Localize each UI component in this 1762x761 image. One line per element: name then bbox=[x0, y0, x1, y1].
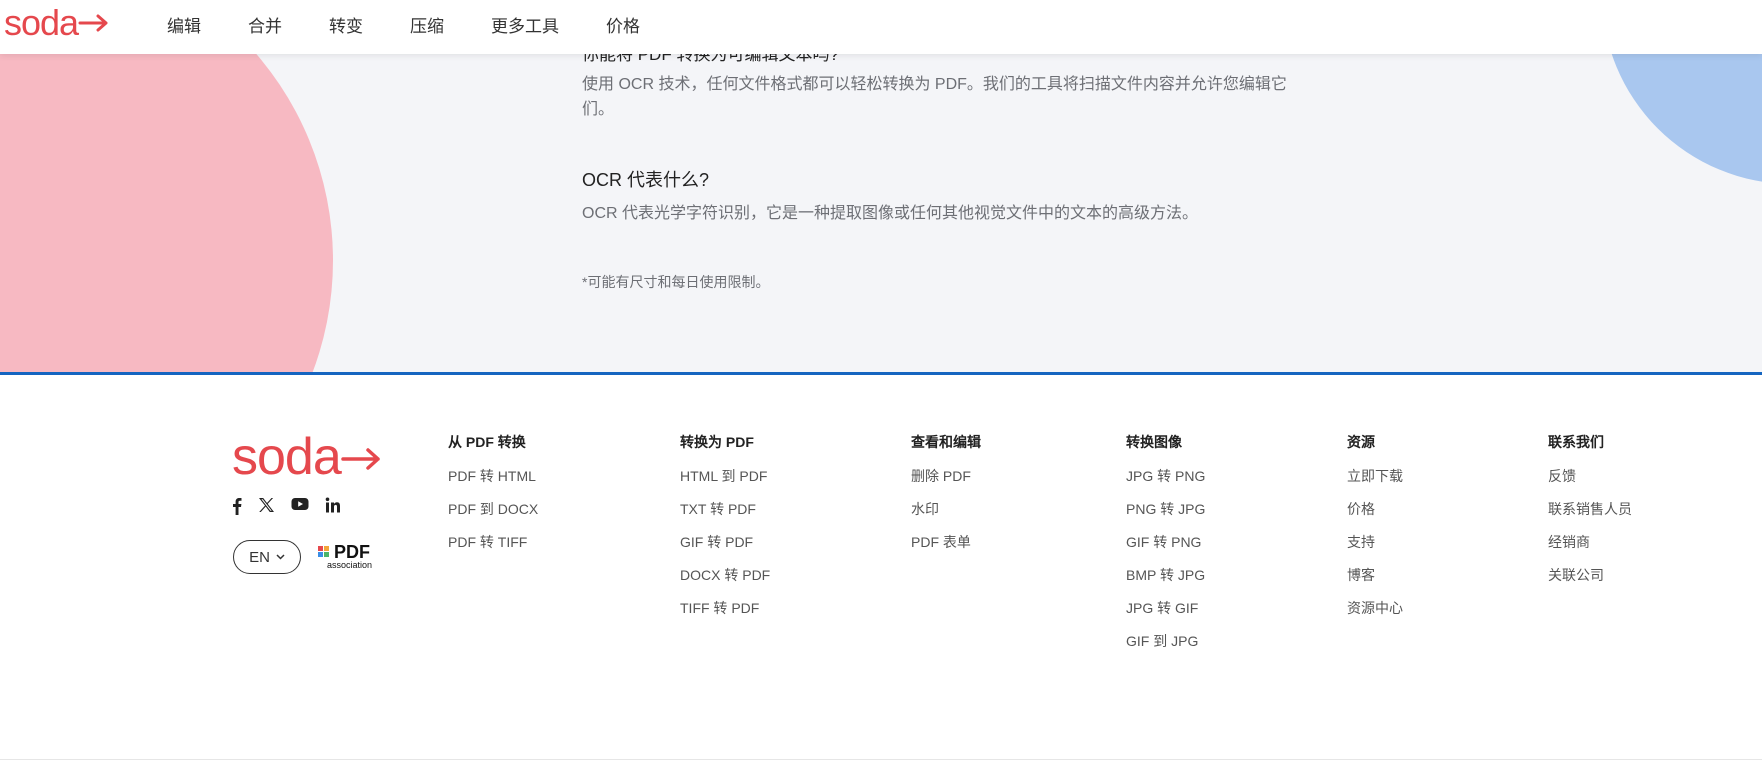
youtube-icon[interactable] bbox=[291, 497, 309, 515]
footer-link[interactable]: PDF 表单 bbox=[911, 532, 981, 565]
footer-column-contact: 联系我们 反馈 联系销售人员 经销商 关联公司 bbox=[1548, 432, 1632, 598]
footer-link[interactable]: PDF 转 HTML bbox=[448, 466, 538, 499]
page: soda 编辑 合并 转变 压缩 更多工具 价格 你能将 PDF 转换为可编辑文… bbox=[0, 0, 1762, 761]
pdf-assoc-mark-icon bbox=[318, 546, 323, 551]
footer-link[interactable]: 水印 bbox=[911, 499, 981, 532]
faq-section: 你能将 PDF 转换为可编辑文本吗? 使用 OCR 技术，任何文件格式都可以轻松… bbox=[0, 54, 1762, 374]
footer-link[interactable]: 立即下载 bbox=[1347, 466, 1403, 499]
decorative-pink-circle bbox=[0, 54, 333, 374]
usage-limit-note: *可能有尺寸和每日使用限制。 bbox=[582, 274, 770, 290]
nav-item-compress[interactable]: 压缩 bbox=[410, 12, 444, 37]
nav-item-edit[interactable]: 编辑 bbox=[167, 12, 201, 37]
faq-question-2: OCR 代表什么? bbox=[582, 170, 710, 190]
footer-link[interactable]: GIF 转 PDF bbox=[680, 532, 770, 565]
footer-link[interactable]: 支持 bbox=[1347, 532, 1403, 565]
footer-link[interactable]: 经销商 bbox=[1548, 532, 1632, 565]
pdf-assoc-subtitle: association bbox=[326, 560, 372, 570]
footer-logo-text: soda bbox=[232, 428, 342, 486]
main-menu: 编辑 合并 转变 压缩 更多工具 价格 bbox=[167, 12, 687, 37]
logo-arrow-icon bbox=[78, 7, 110, 41]
pdf-association-logo[interactable]: PDF association bbox=[316, 542, 372, 572]
social-links bbox=[232, 497, 357, 515]
soda-logo[interactable]: soda bbox=[4, 2, 110, 44]
footer-column-title: 转换图像 bbox=[1126, 434, 1182, 450]
footer-link[interactable]: GIF 到 JPG bbox=[1126, 631, 1205, 664]
language-value: EN bbox=[249, 548, 270, 566]
facebook-icon[interactable] bbox=[232, 497, 242, 515]
footer-link[interactable]: TIFF 转 PDF bbox=[680, 598, 770, 631]
footer-column-from-pdf: 从 PDF 转换 PDF 转 HTML PDF 到 DOCX PDF 转 TIF… bbox=[448, 432, 538, 565]
footer-column-convert-images: 转换图像 JPG 转 PNG PNG 转 JPG GIF 转 PNG BMP 转… bbox=[1126, 432, 1205, 664]
nav-item-more-tools[interactable]: 更多工具 bbox=[491, 12, 559, 37]
footer-logo-arrow-icon bbox=[341, 437, 383, 482]
footer-link[interactable]: DOCX 转 PDF bbox=[680, 565, 770, 598]
footer-soda-logo[interactable]: soda bbox=[232, 427, 383, 487]
footer-link[interactable]: JPG 转 GIF bbox=[1126, 598, 1205, 631]
footer: soda EN PDF association 从 PDF 转换 PDF 转 H… bbox=[0, 375, 1762, 761]
footer-link[interactable]: 资源中心 bbox=[1347, 598, 1403, 631]
footer-link[interactable]: TXT 转 PDF bbox=[680, 499, 770, 532]
footer-link[interactable]: JPG 转 PNG bbox=[1126, 466, 1205, 499]
footer-column-resources: 资源 立即下载 价格 支持 博客 资源中心 bbox=[1347, 432, 1403, 631]
footer-link[interactable]: 价格 bbox=[1347, 499, 1403, 532]
footer-column-title: 联系我们 bbox=[1548, 434, 1604, 450]
footer-link[interactable]: 反馈 bbox=[1548, 466, 1632, 499]
faq-answer-1: 使用 OCR 技术，任何文件格式都可以轻松转换为 PDF。我们的工具将扫描文件内… bbox=[582, 76, 1287, 118]
nav-item-merge[interactable]: 合并 bbox=[248, 12, 282, 37]
footer-link[interactable]: 删除 PDF bbox=[911, 466, 981, 499]
footer-link[interactable]: HTML 到 PDF bbox=[680, 466, 770, 499]
faq-answer-2: OCR 代表光学字符识别，它是一种提取图像或任何其他视觉文件中的文本的高级方法。 bbox=[582, 205, 1199, 222]
pdf-assoc-mark-square bbox=[324, 546, 329, 551]
footer-link[interactable]: 联系销售人员 bbox=[1548, 499, 1632, 532]
nav-item-pricing[interactable]: 价格 bbox=[606, 12, 640, 37]
logo-text: soda bbox=[4, 2, 79, 43]
linkedin-icon[interactable] bbox=[325, 497, 341, 515]
language-selector[interactable]: EN bbox=[233, 540, 301, 574]
footer-column-title: 从 PDF 转换 bbox=[448, 434, 526, 450]
footer-link[interactable]: 博客 bbox=[1347, 565, 1403, 598]
nav-item-convert[interactable]: 转变 bbox=[329, 12, 363, 37]
footer-bottom-divider bbox=[0, 759, 1762, 760]
top-nav: soda 编辑 合并 转变 压缩 更多工具 价格 bbox=[0, 0, 1762, 54]
footer-link[interactable]: PDF 到 DOCX bbox=[448, 499, 538, 532]
decorative-blue-circle bbox=[1602, 54, 1762, 184]
pdf-assoc-mark-square bbox=[318, 552, 323, 557]
footer-column-title: 转换为 PDF bbox=[680, 434, 754, 450]
footer-link[interactable]: 关联公司 bbox=[1548, 565, 1632, 598]
footer-link[interactable]: GIF 转 PNG bbox=[1126, 532, 1205, 565]
footer-column-view-edit: 查看和编辑 删除 PDF 水印 PDF 表单 bbox=[911, 432, 981, 565]
footer-link[interactable]: PDF 转 TIFF bbox=[448, 532, 538, 565]
footer-column-title: 资源 bbox=[1347, 434, 1375, 450]
footer-column-title: 查看和编辑 bbox=[911, 434, 981, 450]
footer-link[interactable]: BMP 转 JPG bbox=[1126, 565, 1205, 598]
faq-question-1: 你能将 PDF 转换为可编辑文本吗? bbox=[582, 54, 839, 64]
footer-column-to-pdf: 转换为 PDF HTML 到 PDF TXT 转 PDF GIF 转 PDF D… bbox=[680, 432, 770, 631]
footer-link[interactable]: PNG 转 JPG bbox=[1126, 499, 1205, 532]
pdf-assoc-mark-square bbox=[324, 552, 329, 557]
x-icon[interactable] bbox=[258, 497, 275, 515]
chevron-down-icon bbox=[276, 552, 285, 563]
